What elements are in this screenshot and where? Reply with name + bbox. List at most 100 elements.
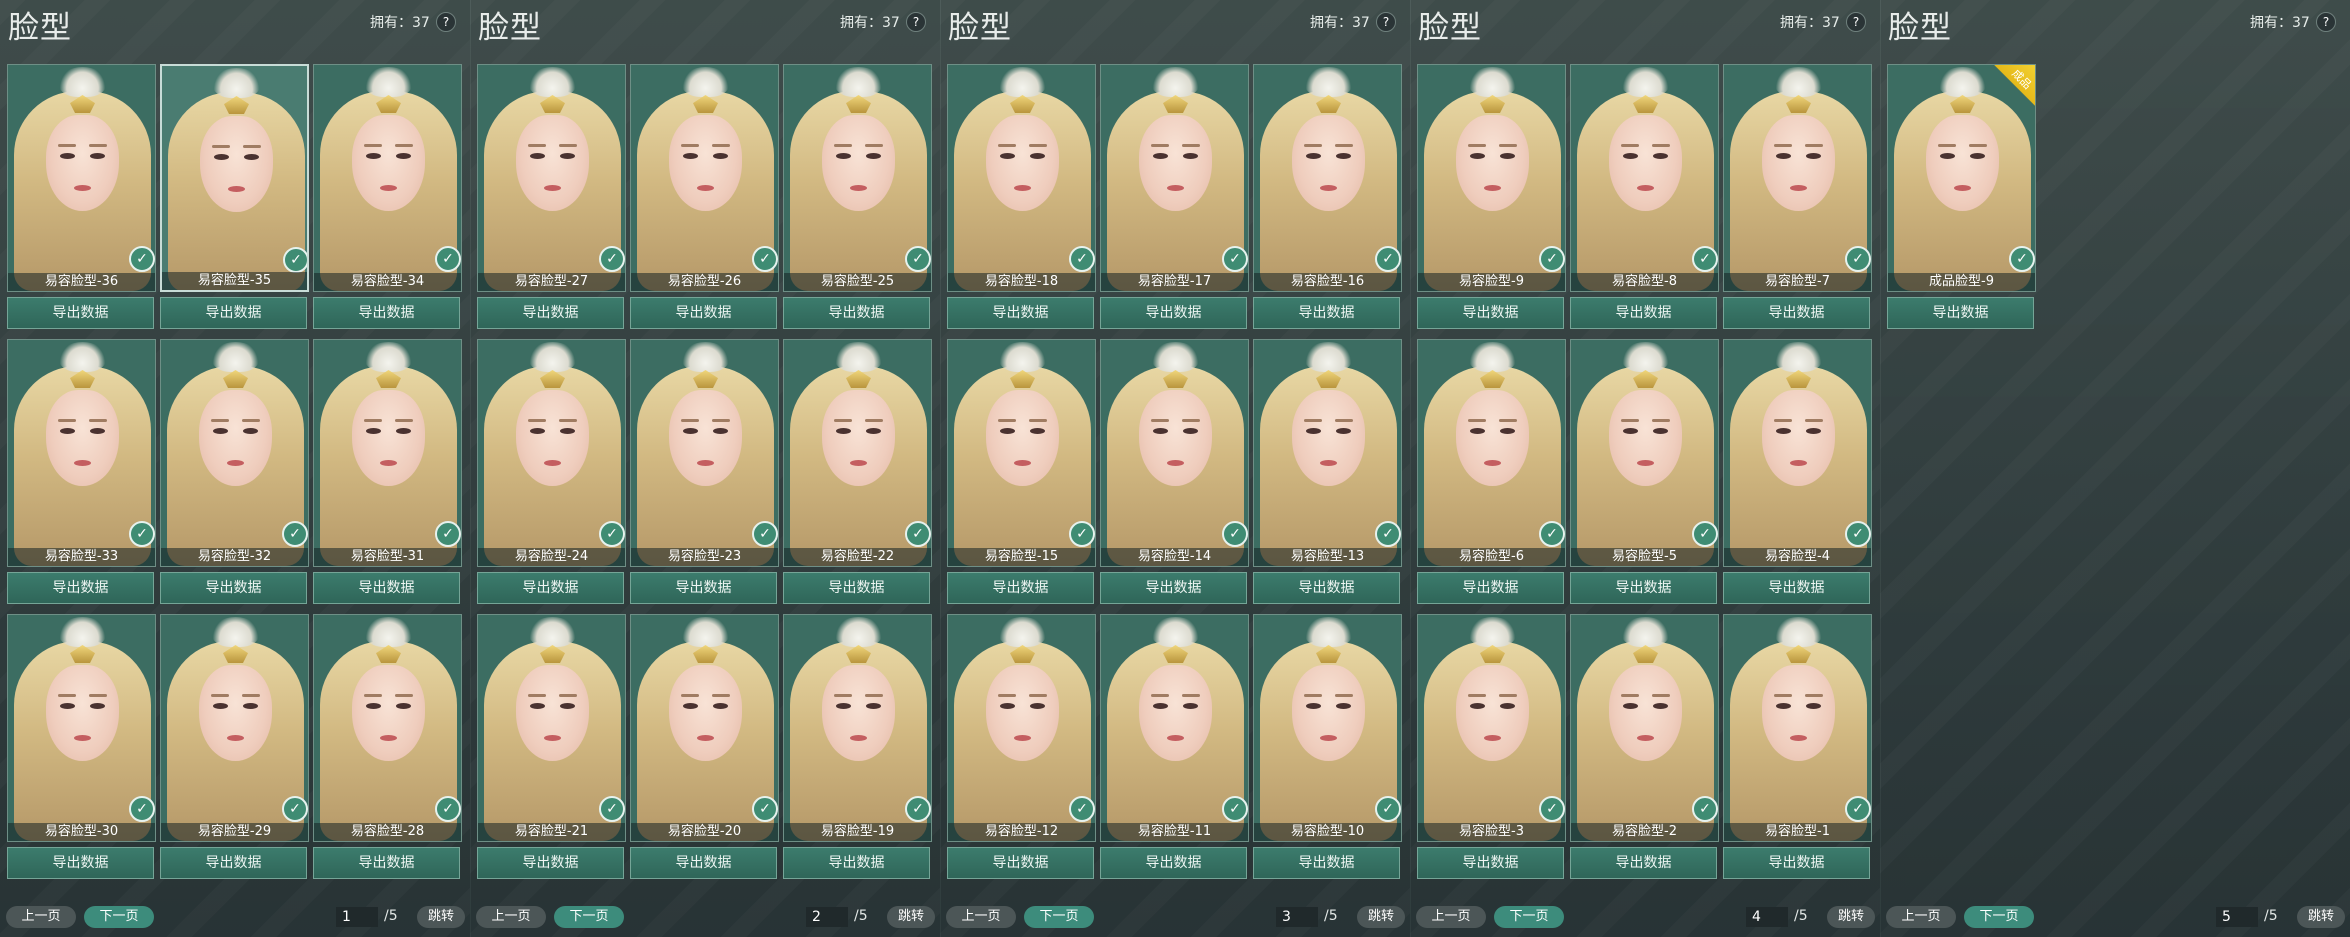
face-card[interactable]: ✓ 易容脸型-21: [477, 614, 626, 842]
face-thumbnail[interactable]: ✓ 易容脸型-3: [1417, 614, 1566, 842]
face-thumbnail[interactable]: ✓ 易容脸型-19: [783, 614, 932, 842]
export-data-button[interactable]: 导出数据: [7, 297, 154, 329]
face-thumbnail[interactable]: ✓ 易容脸型-25: [783, 64, 932, 292]
jump-button[interactable]: 跳转: [1827, 906, 1875, 928]
face-card[interactable]: ✓ 易容脸型-20: [630, 614, 779, 842]
face-thumbnail[interactable]: ✓ 易容脸型-11: [1100, 614, 1249, 842]
export-data-button[interactable]: 导出数据: [313, 297, 460, 329]
help-icon[interactable]: ?: [1846, 12, 1866, 32]
face-thumbnail[interactable]: ✓ 易容脸型-15: [947, 339, 1096, 567]
export-data-button[interactable]: 导出数据: [1100, 847, 1247, 879]
prev-page-button[interactable]: 上一页: [1886, 906, 1956, 928]
page-number-input[interactable]: 3: [1276, 907, 1318, 927]
face-thumbnail[interactable]: ✓ 易容脸型-32: [160, 339, 309, 567]
export-data-button[interactable]: 导出数据: [1100, 572, 1247, 604]
page-number-input[interactable]: 2: [806, 907, 848, 927]
face-thumbnail[interactable]: ✓ 易容脸型-13: [1253, 339, 1402, 567]
next-page-button[interactable]: 下一页: [1024, 906, 1094, 928]
face-card[interactable]: ✓ 易容脸型-25: [783, 64, 932, 292]
face-thumbnail[interactable]: ✓ 易容脸型-28: [313, 614, 462, 842]
export-data-button[interactable]: 导出数据: [1887, 297, 2034, 329]
export-data-button[interactable]: 导出数据: [477, 297, 624, 329]
face-card[interactable]: ✓ 易容脸型-26: [630, 64, 779, 292]
next-page-button[interactable]: 下一页: [554, 906, 624, 928]
jump-button[interactable]: 跳转: [1357, 906, 1405, 928]
face-thumbnail[interactable]: ✓ 易容脸型-8: [1570, 64, 1719, 292]
export-data-button[interactable]: 导出数据: [947, 847, 1094, 879]
face-thumbnail[interactable]: ✓ 易容脸型-10: [1253, 614, 1402, 842]
face-card[interactable]: ✓ 易容脸型-14: [1100, 339, 1249, 567]
face-thumbnail[interactable]: ✓ 易容脸型-5: [1570, 339, 1719, 567]
export-data-button[interactable]: 导出数据: [160, 297, 307, 329]
face-card[interactable]: ✓ 易容脸型-15: [947, 339, 1096, 567]
face-card[interactable]: ✓ 易容脸型-24: [477, 339, 626, 567]
face-card[interactable]: ✓ 易容脸型-27: [477, 64, 626, 292]
export-data-button[interactable]: 导出数据: [313, 847, 460, 879]
face-card[interactable]: ✓ 易容脸型-29: [160, 614, 309, 842]
face-card[interactable]: ✓ 易容脸型-16: [1253, 64, 1402, 292]
face-card[interactable]: ✓ 易容脸型-32: [160, 339, 309, 567]
face-card[interactable]: ✓ 易容脸型-34: [313, 64, 462, 292]
export-data-button[interactable]: 导出数据: [630, 572, 777, 604]
face-thumbnail[interactable]: ✓ 易容脸型-4: [1723, 339, 1872, 567]
face-thumbnail[interactable]: ✓ 成品 成品脸型-9: [1887, 64, 2036, 292]
face-thumbnail[interactable]: ✓ 易容脸型-33: [7, 339, 156, 567]
export-data-button[interactable]: 导出数据: [1417, 572, 1564, 604]
face-thumbnail[interactable]: ✓ 易容脸型-30: [7, 614, 156, 842]
face-card[interactable]: ✓ 易容脸型-13: [1253, 339, 1402, 567]
face-thumbnail[interactable]: ✓ 易容脸型-12: [947, 614, 1096, 842]
next-page-button[interactable]: 下一页: [1494, 906, 1564, 928]
face-thumbnail[interactable]: ✓ 易容脸型-1: [1723, 614, 1872, 842]
face-card[interactable]: ✓ 成品 成品脸型-9: [1887, 64, 2036, 292]
face-thumbnail[interactable]: ✓ 易容脸型-7: [1723, 64, 1872, 292]
help-icon[interactable]: ?: [1376, 12, 1396, 32]
export-data-button[interactable]: 导出数据: [783, 847, 930, 879]
face-thumbnail[interactable]: ✓ 易容脸型-2: [1570, 614, 1719, 842]
face-card[interactable]: ✓ 易容脸型-1: [1723, 614, 1872, 842]
face-thumbnail[interactable]: ✓ 易容脸型-18: [947, 64, 1096, 292]
face-thumbnail[interactable]: ✓ 易容脸型-17: [1100, 64, 1249, 292]
help-icon[interactable]: ?: [436, 12, 456, 32]
jump-button[interactable]: 跳转: [417, 906, 465, 928]
face-card[interactable]: ✓ 易容脸型-2: [1570, 614, 1719, 842]
face-card[interactable]: ✓ 易容脸型-9: [1417, 64, 1566, 292]
face-thumbnail[interactable]: ✓ 易容脸型-16: [1253, 64, 1402, 292]
face-thumbnail[interactable]: ✓ 易容脸型-9: [1417, 64, 1566, 292]
face-thumbnail[interactable]: ✓ 易容脸型-26: [630, 64, 779, 292]
face-card[interactable]: ✓ 易容脸型-23: [630, 339, 779, 567]
face-card[interactable]: ✓ 易容脸型-12: [947, 614, 1096, 842]
export-data-button[interactable]: 导出数据: [630, 297, 777, 329]
export-data-button[interactable]: 导出数据: [1253, 572, 1400, 604]
export-data-button[interactable]: 导出数据: [783, 297, 930, 329]
face-card[interactable]: ✓ 易容脸型-28: [313, 614, 462, 842]
help-icon[interactable]: ?: [2316, 12, 2336, 32]
export-data-button[interactable]: 导出数据: [1417, 847, 1564, 879]
page-number-input[interactable]: 4: [1746, 907, 1788, 927]
prev-page-button[interactable]: 上一页: [946, 906, 1016, 928]
export-data-button[interactable]: 导出数据: [7, 572, 154, 604]
face-card[interactable]: ✓ 易容脸型-22: [783, 339, 932, 567]
export-data-button[interactable]: 导出数据: [947, 572, 1094, 604]
next-page-button[interactable]: 下一页: [84, 906, 154, 928]
page-number-input[interactable]: 1: [336, 907, 378, 927]
face-card[interactable]: ✓ 易容脸型-18: [947, 64, 1096, 292]
export-data-button[interactable]: 导出数据: [1253, 847, 1400, 879]
face-card[interactable]: ✓ 易容脸型-17: [1100, 64, 1249, 292]
export-data-button[interactable]: 导出数据: [1253, 297, 1400, 329]
export-data-button[interactable]: 导出数据: [477, 572, 624, 604]
next-page-button[interactable]: 下一页: [1964, 906, 2034, 928]
face-thumbnail[interactable]: ✓ 易容脸型-29: [160, 614, 309, 842]
face-card[interactable]: ✓ 易容脸型-7: [1723, 64, 1872, 292]
face-card[interactable]: ✓ 易容脸型-33: [7, 339, 156, 567]
export-data-button[interactable]: 导出数据: [313, 572, 460, 604]
export-data-button[interactable]: 导出数据: [1723, 847, 1870, 879]
face-thumbnail[interactable]: ✓ 易容脸型-22: [783, 339, 932, 567]
face-thumbnail[interactable]: ✓ 易容脸型-35: [160, 64, 309, 292]
face-thumbnail[interactable]: ✓ 易容脸型-36: [7, 64, 156, 292]
export-data-button[interactable]: 导出数据: [1723, 572, 1870, 604]
export-data-button[interactable]: 导出数据: [1100, 297, 1247, 329]
export-data-button[interactable]: 导出数据: [1570, 297, 1717, 329]
face-thumbnail[interactable]: ✓ 易容脸型-24: [477, 339, 626, 567]
face-thumbnail[interactable]: ✓ 易容脸型-14: [1100, 339, 1249, 567]
export-data-button[interactable]: 导出数据: [1570, 847, 1717, 879]
